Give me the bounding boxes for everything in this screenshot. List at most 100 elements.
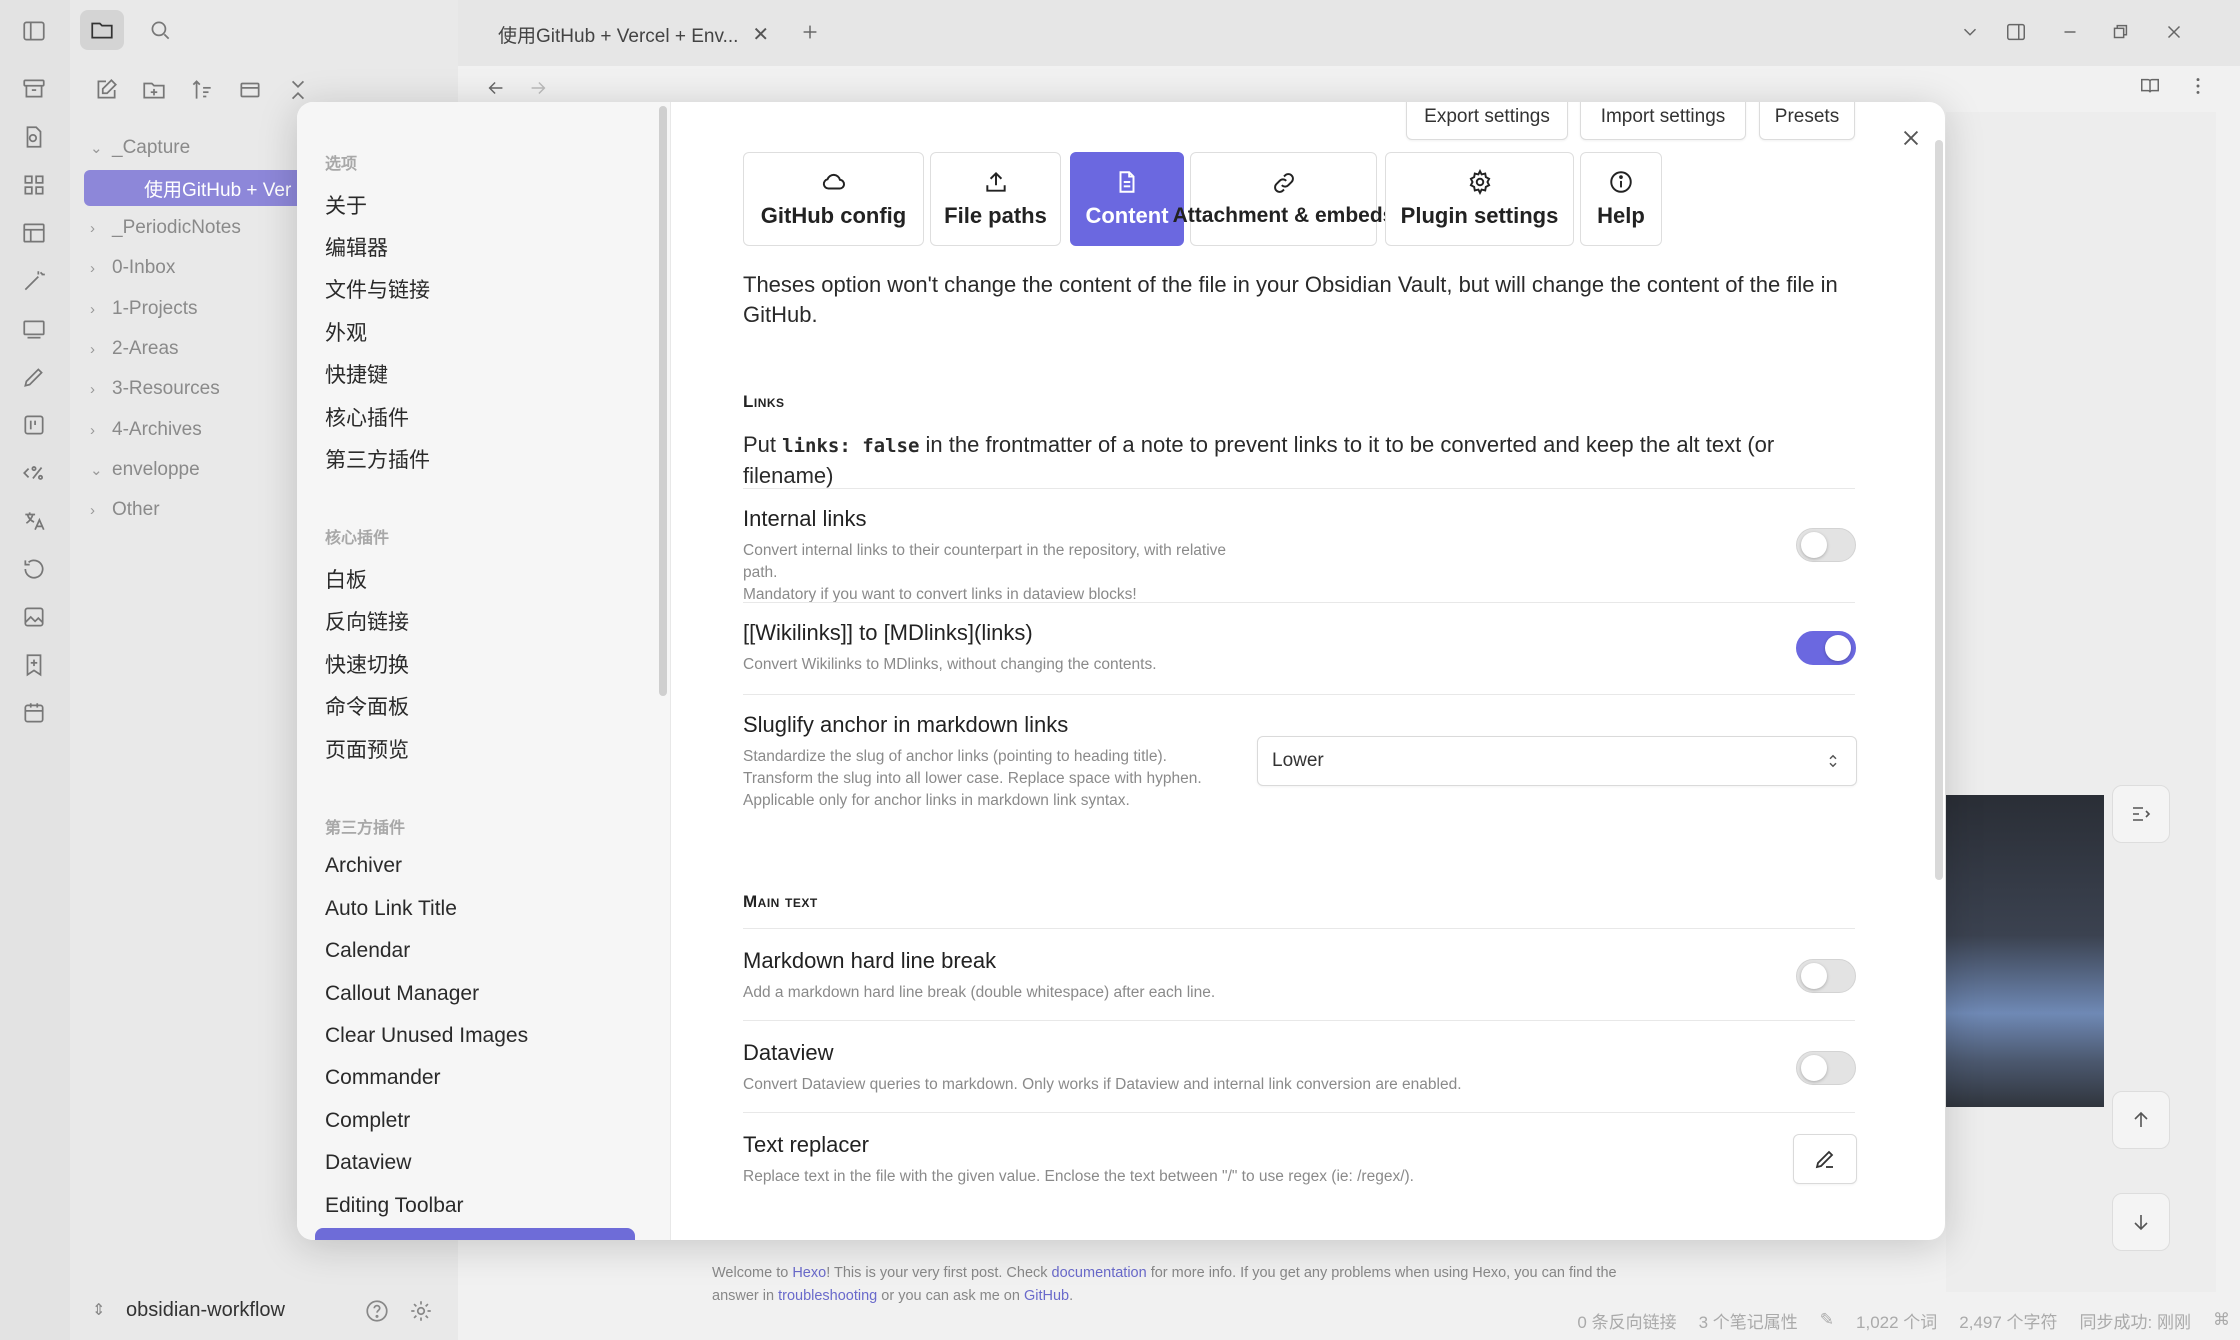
new-folder-icon[interactable]: [132, 70, 176, 110]
internal-links-toggle[interactable]: [1796, 528, 1856, 562]
tab-help[interactable]: Help: [1580, 152, 1662, 246]
slides-icon[interactable]: [17, 312, 51, 346]
nav-item-calendar[interactable]: Calendar: [325, 939, 410, 963]
tab-file-paths[interactable]: File paths: [930, 152, 1061, 246]
sidebar-toggle-icon[interactable]: [17, 14, 51, 48]
close-modal-icon[interactable]: [1891, 118, 1931, 158]
right-sidebar-toggle-icon[interactable]: [1994, 14, 2038, 50]
text-replacer-edit-button[interactable]: [1793, 1134, 1857, 1184]
scroll-down-icon[interactable]: [2112, 1193, 2170, 1251]
troubleshooting-link[interactable]: troubleshooting: [778, 1288, 877, 1304]
scroll-up-icon[interactable]: [2112, 1091, 2170, 1149]
nav-item-command-palette[interactable]: 命令面板: [325, 691, 409, 721]
toc-icon[interactable]: [2112, 785, 2170, 843]
restore-icon[interactable]: [2098, 14, 2142, 50]
close-window-icon[interactable]: [2152, 14, 2196, 50]
export-settings-button[interactable]: Export settings: [1406, 102, 1568, 140]
folder-enveloppe[interactable]: ⌄ enveloppe: [90, 452, 200, 488]
content-scrollbar[interactable]: [1935, 140, 1943, 880]
nav-item-dataview[interactable]: Dataview: [325, 1151, 411, 1175]
folder-label: 0-Inbox: [112, 257, 176, 278]
nav-item-page-preview[interactable]: 页面预览: [325, 734, 409, 764]
history-icon[interactable]: [17, 552, 51, 586]
nav-item-completr[interactable]: Completr: [325, 1109, 410, 1133]
folder-other[interactable]: › Other: [90, 492, 160, 528]
nav-item-commander[interactable]: Commander: [325, 1066, 441, 1090]
edit-pen-icon[interactable]: ✎: [1820, 1310, 1834, 1330]
reading-view-icon[interactable]: [2128, 68, 2172, 104]
folder-icon[interactable]: [80, 10, 124, 50]
documentation-link[interactable]: documentation: [1052, 1265, 1147, 1281]
percent-code-icon[interactable]: [17, 456, 51, 490]
sync-status[interactable]: 同步成功: 刚刚: [2080, 1308, 2191, 1333]
hexo-link[interactable]: Hexo: [792, 1265, 826, 1281]
note-tab[interactable]: 使用GitHub + Vercel + Env... ✕: [498, 16, 788, 52]
image-icon[interactable]: [17, 600, 51, 634]
folder-periodic-notes[interactable]: › _PeriodicNotes: [90, 210, 241, 246]
sluglify-select[interactable]: Lower: [1257, 736, 1857, 786]
folder-areas[interactable]: › 2-Areas: [90, 331, 179, 367]
search-icon[interactable]: [138, 10, 182, 50]
layout-icon[interactable]: [17, 216, 51, 250]
tab-attachment-embeds[interactable]: Attachment & embeds: [1173, 152, 1394, 246]
help-icon[interactable]: [364, 1298, 390, 1324]
close-tab-icon[interactable]: ✕: [752, 22, 769, 47]
dataview-toggle[interactable]: [1796, 1051, 1856, 1085]
collapse-icon[interactable]: [228, 70, 272, 110]
folder-projects[interactable]: › 1-Projects: [90, 291, 198, 327]
magic-wand-icon[interactable]: [17, 264, 51, 298]
tab-github-config[interactable]: GitHub config: [743, 152, 924, 246]
nav-item-community-plugins[interactable]: 第三方插件: [325, 444, 430, 474]
folder-capture[interactable]: ⌄ _Capture: [90, 130, 190, 166]
new-note-icon[interactable]: [84, 70, 128, 110]
bookmark-plus-icon[interactable]: [17, 648, 51, 682]
hard-line-break-toggle[interactable]: [1796, 959, 1856, 993]
nav-item-canvas[interactable]: 白板: [325, 564, 367, 594]
plugin-status-icon[interactable]: ⌘: [2213, 1310, 2230, 1330]
grid-icon[interactable]: [17, 168, 51, 202]
pen-tool-icon[interactable]: [17, 360, 51, 394]
presets-button[interactable]: Presets: [1759, 102, 1855, 140]
nav-item-quick-switcher[interactable]: 快速切换: [325, 649, 409, 679]
tab-plugin-settings[interactable]: Plugin settings: [1385, 152, 1574, 246]
nav-item-archiver[interactable]: Archiver: [325, 854, 402, 878]
nav-scrollbar[interactable]: [659, 106, 667, 696]
note-preview-text: Welcome to Hexo! This is your very first…: [712, 1265, 1617, 1304]
more-options-icon[interactable]: [2176, 68, 2220, 104]
nav-item-selected[interactable]: [315, 1228, 635, 1240]
folder-inbox[interactable]: › 0-Inbox: [90, 250, 175, 286]
nav-item-clear-unused-images[interactable]: Clear Unused Images: [325, 1024, 528, 1048]
nav-item-core-plugins[interactable]: 核心插件: [325, 402, 409, 432]
import-settings-button[interactable]: Import settings: [1580, 102, 1746, 140]
calendar-icon[interactable]: [17, 696, 51, 730]
tab-content[interactable]: Content: [1070, 152, 1184, 246]
nav-item-editing-toolbar[interactable]: Editing Toolbar: [325, 1194, 464, 1218]
wikilinks-toggle[interactable]: [1796, 631, 1856, 665]
forward-arrow-icon[interactable]: [516, 70, 560, 106]
nav-item-auto-link-title[interactable]: Auto Link Title: [325, 897, 457, 921]
back-arrow-icon[interactable]: [474, 70, 518, 106]
properties-count[interactable]: 3 个笔记属性: [1699, 1308, 1798, 1333]
github-link[interactable]: GitHub: [1024, 1288, 1069, 1304]
settings-gear-icon[interactable]: [408, 1298, 434, 1324]
tab-list-chevron-icon[interactable]: [1948, 14, 1992, 50]
nav-item-appearance[interactable]: 外观: [325, 317, 367, 347]
file-search-icon[interactable]: [17, 120, 51, 154]
backlinks-count[interactable]: 0 条反向链接: [1577, 1308, 1676, 1333]
folder-resources[interactable]: › 3-Resources: [90, 371, 220, 407]
nav-item-editor[interactable]: 编辑器: [325, 232, 388, 262]
nav-item-backlinks[interactable]: 反向链接: [325, 606, 409, 636]
translate-icon[interactable]: [17, 504, 51, 538]
minimize-icon[interactable]: [2048, 14, 2092, 50]
vault-switcher[interactable]: ⇕ obsidian-workflow: [70, 1290, 458, 1330]
nav-item-callout-manager[interactable]: Callout Manager: [325, 982, 479, 1006]
new-tab-icon[interactable]: [788, 14, 832, 50]
sort-icon[interactable]: [180, 70, 224, 110]
nav-item-hotkeys[interactable]: 快捷键: [325, 359, 388, 389]
status-bar: 0 条反向链接 3 个笔记属性 ✎ 1,022 个词 2,497 个字符 同步成…: [1577, 1305, 2230, 1335]
nav-item-about[interactable]: 关于: [325, 190, 367, 220]
template-icon[interactable]: [17, 408, 51, 442]
folder-archives[interactable]: › 4-Archives: [90, 412, 202, 448]
archive-icon[interactable]: [17, 72, 51, 106]
nav-item-files-links[interactable]: 文件与链接: [325, 274, 430, 304]
